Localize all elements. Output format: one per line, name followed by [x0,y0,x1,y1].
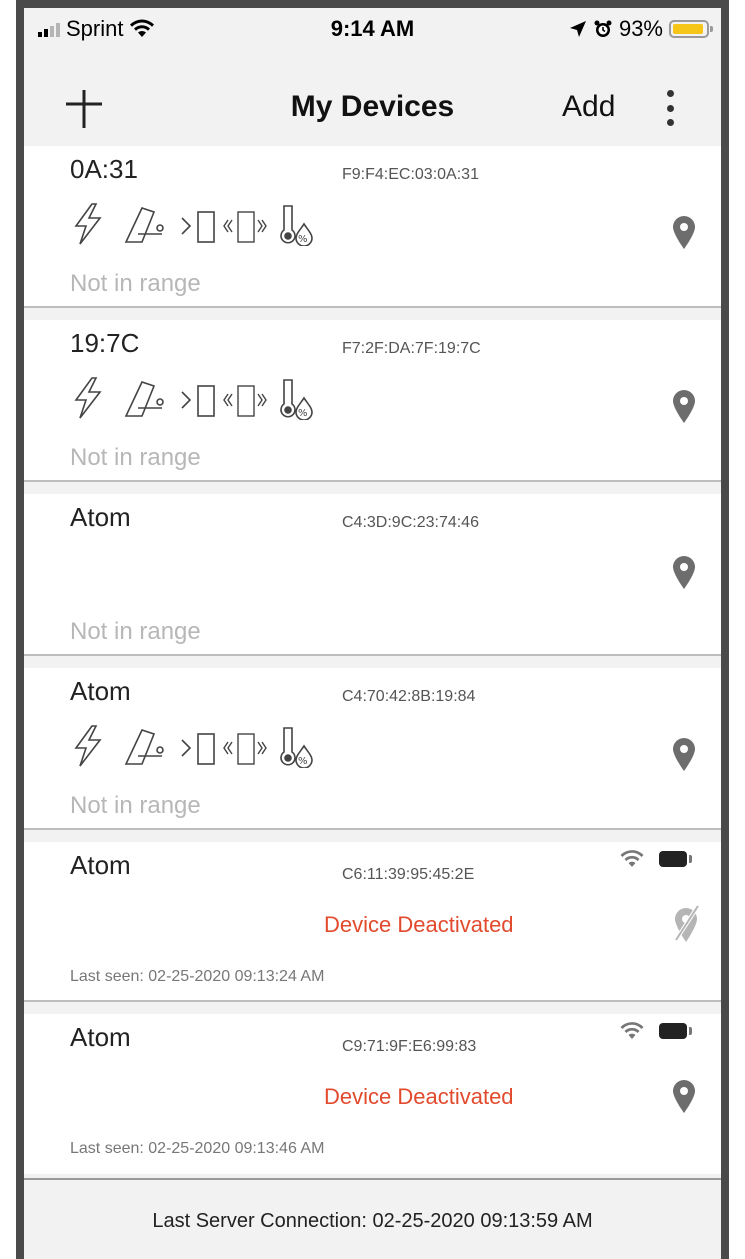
device-status: Not in range [70,792,201,819]
proximity-icon [181,733,215,765]
lightning-icon [74,203,102,245]
temperature-humidity-icon: % [280,379,313,421]
wifi-icon [620,850,644,867]
last-seen: Last seen: 02-25-2020 09:13:46 AM [70,1140,325,1157]
location-pin-icon[interactable] [672,556,696,590]
add-button[interactable]: Add [562,90,615,124]
device-status: Not in range [70,270,201,297]
device-name: Atom [70,850,131,880]
page-title: My Devices [290,90,455,123]
vibration-icon [223,733,267,765]
status-bar: Sprint 9:14 AM 93% [24,8,721,68]
device-name: Atom [70,502,131,532]
location-pin-icon[interactable] [672,1080,696,1114]
lightning-icon [74,725,102,767]
device-row[interactable]: 19:7C F7:2F:DA:7F:19:7C % Not in range [24,320,721,482]
alarm-icon [594,20,612,37]
proximity-icon [181,211,215,243]
vibration-icon [223,385,267,417]
location-pin-icon[interactable] [672,390,696,424]
device-status: Not in range [70,618,201,645]
battery-icon [659,1023,692,1039]
more-vertical-icon[interactable] [664,90,676,126]
last-server-connection: Last Server Connection: 02-25-2020 09:13… [152,1210,593,1232]
device-name: Atom [70,676,131,706]
nav-bar: My Devices Add [24,68,721,146]
battery-icon [659,851,692,867]
device-status: Not in range [70,444,201,471]
temperature-humidity-icon: % [280,727,313,769]
sensor-icons: % [70,202,340,247]
device-row[interactable]: Atom C4:70:42:8B:19:84 % Not in range [24,668,721,830]
device-row[interactable]: 0A:31 F9:F4:EC:03:0A:31 % Not in range [24,146,721,308]
last-seen: Last seen: 02-25-2020 09:13:24 AM [70,968,325,985]
sensor-icons: % [70,376,340,421]
location-pin-icon[interactable] [672,738,696,772]
sensor-icons: % [70,724,340,769]
phone-frame: Sprint 9:14 AM 93% My Devices Add 0A:31 … [16,0,729,1259]
temperature-humidity-icon: % [280,205,313,247]
location-pin-off-icon[interactable] [672,904,700,944]
deactivated-label: Device Deactivated [324,912,514,937]
device-mac: C9:71:9F:E6:99:83 [342,1038,477,1055]
device-row[interactable]: Atom C4:3D:9C:23:74:46 Not in range [24,494,721,656]
device-mac: F9:F4:EC:03:0A:31 [342,166,479,183]
connection-status [619,1022,692,1040]
device-row[interactable]: Atom C9:71:9F:E6:99:83 Device Deactivate… [24,1014,721,1174]
device-mac: C4:70:42:8B:19:84 [342,688,476,705]
lightning-icon [74,377,102,419]
location-arrow-icon [569,21,586,37]
svg-text:%: % [298,234,308,245]
svg-text:%: % [298,756,308,767]
device-mac: C4:3D:9C:23:74:46 [342,514,479,531]
device-mac: C6:11:39:95:45:2E [342,866,475,883]
tilt-icon [124,381,164,417]
status-right: 93% [569,16,713,42]
device-row[interactable]: Atom C6:11:39:95:45:2E Device Deactivate… [24,842,721,1002]
svg-text:%: % [298,408,308,419]
wifi-icon [620,1022,644,1039]
device-name: Atom [70,1022,131,1052]
battery-icon [669,20,713,38]
device-name: 0A:31 [70,154,138,184]
device-name: 19:7C [70,328,140,358]
footer: Last Server Connection: 02-25-2020 09:13… [24,1178,721,1259]
deactivated-label: Device Deactivated [324,1084,514,1109]
battery-percent: 93% [618,16,663,41]
vibration-icon [223,211,267,243]
device-mac: F7:2F:DA:7F:19:7C [342,340,481,357]
proximity-icon [181,385,215,417]
tilt-icon [124,207,164,243]
connection-status [619,850,692,868]
tilt-icon [124,729,164,765]
location-pin-icon[interactable] [672,216,696,250]
